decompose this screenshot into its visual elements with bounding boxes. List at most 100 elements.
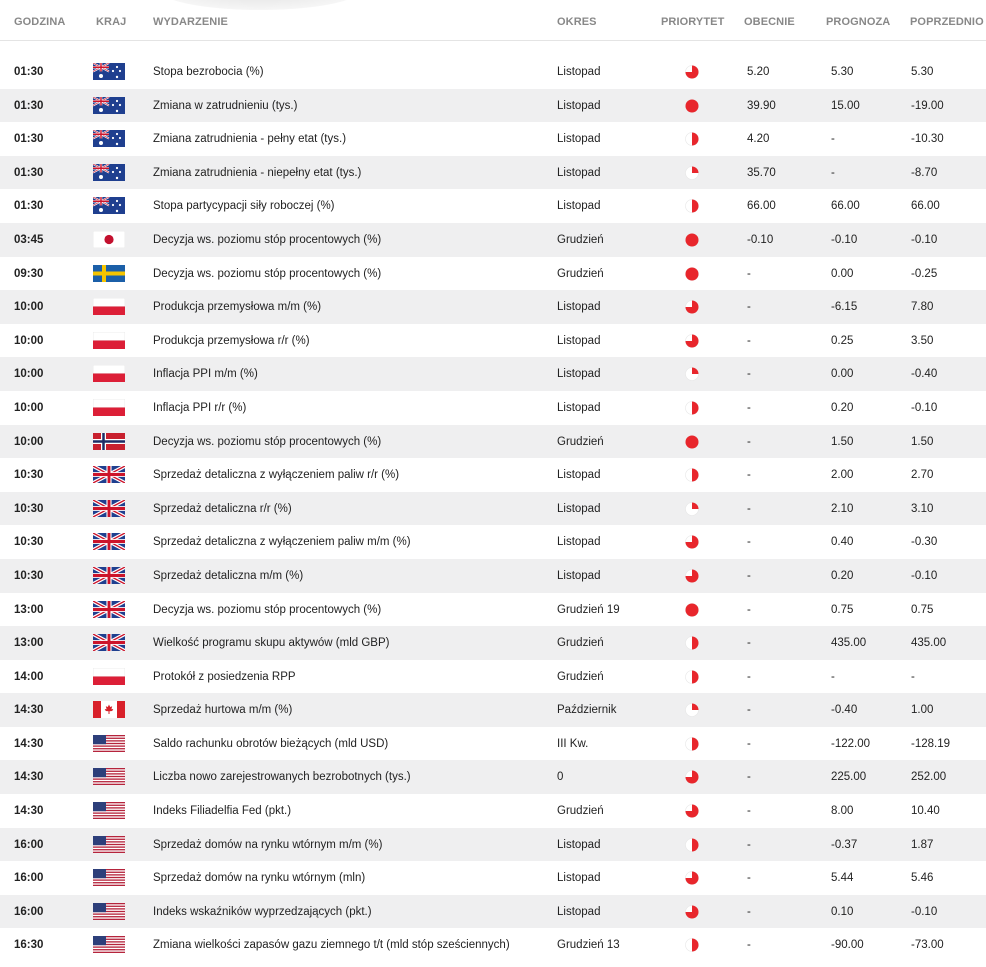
header-time[interactable]: GODZINA xyxy=(14,16,65,28)
priority-pie-icon xyxy=(685,199,699,214)
priority-pie-icon xyxy=(685,905,699,919)
flag-au-icon xyxy=(93,163,125,181)
table-row[interactable]: 01:30 Stopa partycypacji siły roboczej (%… xyxy=(0,189,986,223)
table-row[interactable]: 10:30 Sprzedaż detaliczna m/m (%) Listopad… xyxy=(0,558,986,593)
header-forecast[interactable]: PROGNOZA xyxy=(826,16,890,28)
event-period: Grudzień xyxy=(557,670,604,683)
event-name[interactable]: Produkcja przemysłowa m/m (%) xyxy=(153,301,321,313)
flag-pl-icon xyxy=(93,298,125,316)
event-name[interactable]: Decyzja ws. poziomu stóp procentowych (%… xyxy=(153,234,381,246)
event-name[interactable]: Protokół z posiedzenia RPP xyxy=(153,671,296,683)
event-name[interactable]: Zmiana zatrudnienia - pełny etat (tys.) xyxy=(153,133,346,145)
event-period: 0 xyxy=(557,771,564,784)
priority-pie-icon xyxy=(685,602,699,617)
event-name[interactable]: Decyzja ws. poziomu stóp procentowych (%… xyxy=(153,436,381,448)
table-row[interactable]: 09:30 Decyzja ws. poziomu stóp procentowy… xyxy=(0,257,986,291)
table-row[interactable]: 16:00 Sprzedaż domów na rynku wtórnym (ml… xyxy=(0,861,986,895)
priority-pie-icon xyxy=(685,737,699,751)
value-forecast: 0.20 xyxy=(831,569,854,582)
flag-jp-icon xyxy=(93,230,125,248)
event-period: Listopad xyxy=(557,301,601,314)
table-row[interactable]: 14:00 Protokół z posiedzenia RPP Grudzień -… xyxy=(0,660,986,694)
event-name[interactable]: Sprzedaż domów na rynku wtórnym m/m (%) xyxy=(153,839,382,851)
event-name[interactable]: Zmiana w zatrudnieniu (tys.) xyxy=(153,100,297,112)
value-previous: 1.87 xyxy=(911,838,934,851)
value-current: - xyxy=(747,569,751,582)
table-row[interactable]: 10:00 Produkcja przemysłowa m/m (%) Listop… xyxy=(0,290,986,324)
table-row[interactable]: 03:45 Decyzja ws. poziomu stóp procentowy… xyxy=(0,222,986,257)
event-name[interactable]: Stopa bezrobocia (%) xyxy=(153,66,264,78)
event-name[interactable]: Saldo rachunku obrotów bieżących (mld US… xyxy=(153,738,388,750)
event-name[interactable]: Indeks Filiadelfia Fed (pkt.) xyxy=(153,805,291,817)
event-time: 13:00 xyxy=(14,637,44,650)
priority-pie-icon xyxy=(685,938,699,953)
event-name[interactable]: Zmiana wielkości zapasów gazu ziemnego t… xyxy=(153,939,510,951)
event-time: 10:00 xyxy=(14,401,44,414)
header-previous[interactable]: POPRZEDNIO xyxy=(910,16,984,28)
value-previous: 0.75 xyxy=(911,603,934,616)
value-current: - xyxy=(747,267,751,280)
event-name[interactable]: Inflacja PPI r/r (%) xyxy=(153,402,246,414)
value-current: - xyxy=(747,368,751,381)
table-row[interactable]: 10:00 Decyzja ws. poziomu stóp procentowy… xyxy=(0,424,986,459)
event-period: Listopad xyxy=(557,66,601,78)
header-period[interactable]: OKRES xyxy=(557,16,597,28)
table-row[interactable]: 14:30 Indeks Filiadelfia Fed (pkt.) Grudzi… xyxy=(0,794,986,828)
value-forecast: 0.00 xyxy=(831,368,854,381)
header-country[interactable]: KRAJ xyxy=(96,16,126,28)
event-period: Listopad xyxy=(557,569,601,582)
event-period: Listopad xyxy=(557,905,601,918)
value-current: - xyxy=(747,637,751,650)
header-event[interactable]: WYDARZENIE xyxy=(153,16,228,28)
table-row[interactable]: 16:30 Zmiana wielkości zapasów gazu ziemn… xyxy=(0,928,986,962)
event-name[interactable]: Stopa partycypacji siły roboczej (%) xyxy=(153,200,335,212)
table-row[interactable]: 01:30 Stopa bezrobocia (%) Listopad 5.20 5.3… xyxy=(0,55,986,89)
event-name[interactable]: Liczba nowo zarejestrowanych bezrobotnyc… xyxy=(153,771,411,783)
table-row[interactable]: 14:30 Liczba nowo zarejestrowanych bezrob… xyxy=(0,760,986,795)
event-name[interactable]: Decyzja ws. poziomu stóp procentowych (%… xyxy=(153,604,381,616)
value-previous: 1.50 xyxy=(911,435,934,448)
event-name[interactable]: Sprzedaż detaliczna m/m (%) xyxy=(153,570,303,582)
event-name[interactable]: Decyzja ws. poziomu stóp procentowych (%… xyxy=(153,268,381,280)
value-forecast: - xyxy=(831,670,835,683)
table-row[interactable]: 10:00 Inflacja PPI r/r (%) Listopad - 0.20 -0… xyxy=(0,391,986,425)
table-row[interactable]: 16:00 Indeks wskaźników wyprzedzających (… xyxy=(0,894,986,929)
flag-au-icon xyxy=(93,197,125,215)
event-name[interactable]: Zmiana zatrudnienia - niepełny etat (tys… xyxy=(153,167,361,179)
table-row[interactable]: 10:00 Inflacja PPI m/m (%) Listopad - 0.00 -0… xyxy=(0,357,986,391)
table-row[interactable]: 14:30 Saldo rachunku obrotów bieżących (m… xyxy=(0,727,986,761)
event-period: Październik xyxy=(557,704,617,717)
event-name[interactable]: Sprzedaż detaliczna r/r (%) xyxy=(153,503,292,515)
table-row[interactable]: 01:30 Zmiana w zatrudnieniu (tys.) Listopa… xyxy=(0,88,986,123)
event-period: Listopad xyxy=(557,536,601,549)
table-row[interactable]: 13:00 Wielkość programu skupu aktywów (ml… xyxy=(0,626,986,660)
event-name[interactable]: Sprzedaż detaliczna z wyłączeniem paliw … xyxy=(153,469,399,481)
table-row[interactable]: 01:30 Zmiana zatrudnienia - pełny etat (t… xyxy=(0,122,986,156)
table-row[interactable]: 10:00 Produkcja przemysłowa r/r (%) Listop… xyxy=(0,324,986,358)
event-name[interactable]: Wielkość programu skupu aktywów (mld GBP… xyxy=(153,637,389,649)
table-row[interactable]: 10:30 Sprzedaż detaliczna z wyłączeniem p… xyxy=(0,525,986,559)
event-time: 14:30 xyxy=(14,737,44,750)
table-row[interactable]: 13:00 Decyzja ws. poziomu stóp procentowy… xyxy=(0,593,986,627)
event-name[interactable]: Indeks wskaźników wyprzedzających (pkt.) xyxy=(153,906,372,918)
event-name[interactable]: Sprzedaż domów na rynku wtórnym (mln) xyxy=(153,872,365,884)
event-name[interactable]: Sprzedaż detaliczna z wyłączeniem paliw … xyxy=(153,536,411,548)
flag-au-icon xyxy=(93,130,125,148)
event-name[interactable]: Produkcja przemysłowa r/r (%) xyxy=(153,335,310,347)
event-period: Listopad xyxy=(557,99,601,112)
table-row[interactable]: 14:30 Sprzedaż hurtowa m/m (%) Październik… xyxy=(0,693,986,727)
header-priority[interactable]: PRIORYTET xyxy=(661,16,724,28)
table-row[interactable]: 01:30 Zmiana zatrudnienia - niepełny etat… xyxy=(0,155,986,190)
event-name[interactable]: Inflacja PPI m/m (%) xyxy=(153,368,258,380)
table-row[interactable]: 10:30 Sprzedaż detaliczna z wyłączeniem p… xyxy=(0,458,986,492)
value-forecast: 0.10 xyxy=(831,905,854,918)
value-forecast: 0.20 xyxy=(831,401,854,414)
header-current[interactable]: OBECNIE xyxy=(744,16,795,28)
value-previous: -73.00 xyxy=(911,939,944,952)
value-forecast: 0.25 xyxy=(831,334,854,347)
event-name[interactable]: Sprzedaż hurtowa m/m (%) xyxy=(153,704,292,716)
event-time: 01:30 xyxy=(14,166,44,179)
table-row[interactable]: 16:00 Sprzedaż domów na rynku wtórnym m/m… xyxy=(0,827,986,862)
event-period: Listopad xyxy=(557,334,601,347)
table-row[interactable]: 10:30 Sprzedaż detaliczna r/r (%) Listopad… xyxy=(0,491,986,526)
